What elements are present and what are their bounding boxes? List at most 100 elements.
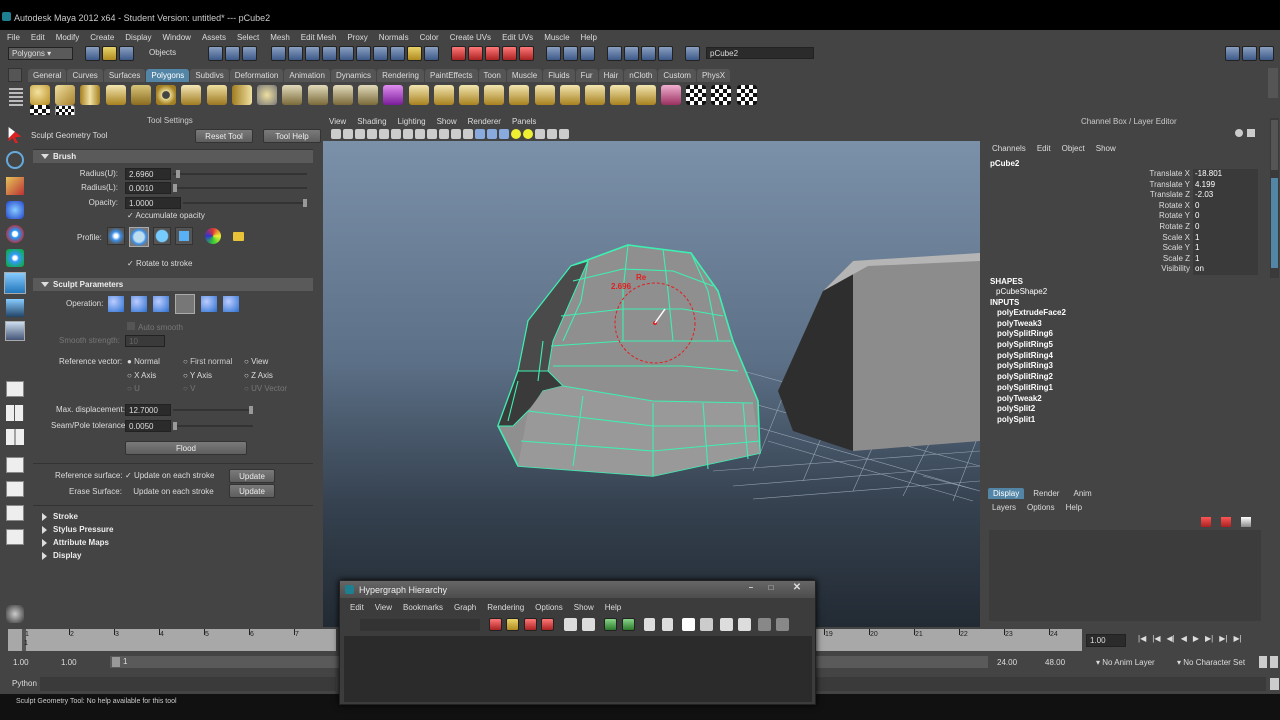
outliner-layout-icon[interactable]	[6, 457, 24, 473]
poly-cone-icon[interactable]	[105, 85, 126, 105]
flood-button[interactable]: Flood	[125, 441, 247, 455]
browse-folder-icon[interactable]	[233, 232, 244, 241]
show-manipulator-icon[interactable]	[6, 299, 24, 317]
hypergraph-menu-options[interactable]: Options	[535, 603, 563, 612]
textured-icon[interactable]	[499, 129, 509, 139]
use-all-lights-icon[interactable]	[511, 129, 521, 139]
two-pane-layout-icon[interactable]	[6, 429, 24, 445]
shelf-scroll-icon[interactable]	[1268, 68, 1278, 98]
snap-curve-icon[interactable]	[468, 45, 483, 61]
shelf-tab-physx[interactable]: PhysX	[696, 69, 731, 82]
layer-menu-layers[interactable]: Layers	[992, 503, 1016, 512]
menu-color[interactable]: Color	[420, 33, 439, 42]
hypergraph-menu-graph[interactable]: Graph	[454, 603, 476, 612]
poly-cube-icon[interactable]	[55, 85, 76, 105]
erase-surface-update-button[interactable]: Update	[229, 484, 275, 498]
ref-surface-checkbox[interactable]: ✓ Update on each stroke	[125, 471, 214, 480]
channel-row[interactable]: Scale Z1	[983, 253, 1267, 265]
channel-value[interactable]: -2.03	[1193, 190, 1258, 201]
poly-torus-icon[interactable]	[156, 85, 177, 105]
channel-value[interactable]: 1	[1193, 243, 1258, 254]
paint-select-icon[interactable]	[6, 177, 24, 195]
extract-icon[interactable]	[332, 85, 353, 105]
menu-set-dropdown[interactable]: Polygons ▾	[8, 46, 73, 60]
render-frame-icon[interactable]	[624, 45, 639, 61]
ref-u-radio[interactable]: ○ U	[127, 384, 140, 393]
operation-relax-icon[interactable]	[175, 294, 195, 314]
command-input[interactable]	[40, 677, 336, 691]
safe-title-icon[interactable]	[451, 129, 461, 139]
erase-surface-checkbox[interactable]: Update on each stroke	[125, 487, 214, 496]
menu-select[interactable]: Select	[237, 33, 259, 42]
hypergraph-canvas[interactable]	[344, 636, 812, 702]
toggle-tool-settings-icon[interactable]	[1242, 45, 1257, 61]
attribute-editor-tab[interactable]	[1271, 120, 1278, 170]
mask-deformations-icon[interactable]	[339, 45, 354, 61]
hg-frame-selection-icon[interactable]	[506, 618, 519, 631]
brush-section-header[interactable]: Brush	[33, 150, 313, 163]
hg-frame-hierarchy-icon[interactable]	[524, 618, 537, 631]
shelf-tab-deformation[interactable]: Deformation	[229, 69, 284, 82]
input-node[interactable]: polySplitRing3	[989, 361, 1066, 372]
channel-row[interactable]: Scale X1	[983, 232, 1267, 244]
maximize-button[interactable]: □	[764, 583, 778, 595]
ref-view-radio[interactable]: ○ View	[244, 357, 268, 366]
resolution-gate-icon[interactable]	[403, 129, 413, 139]
play-forwards-icon[interactable]: ▶	[1193, 634, 1199, 643]
viewport-menu-panels[interactable]: Panels	[512, 117, 536, 126]
hypergraph-menu-rendering[interactable]: Rendering	[487, 603, 524, 612]
snap-point-icon[interactable]	[485, 45, 500, 61]
menu-modify[interactable]: Modify	[56, 33, 80, 42]
section-stylus-pressure[interactable]: Stylus Pressure	[33, 523, 313, 536]
layer-menu-help[interactable]: Help	[1066, 503, 1082, 512]
bevel-icon[interactable]	[534, 85, 555, 105]
anim-layer-dropdown[interactable]: ▾ No Anim Layer	[1096, 658, 1155, 667]
boolean-icon[interactable]	[383, 85, 404, 105]
mask-handles-icon[interactable]	[271, 45, 286, 61]
shelf-tab-polygons[interactable]: Polygons	[146, 69, 190, 82]
menu-display[interactable]: Display	[125, 33, 151, 42]
hg-add-bookmark-icon[interactable]	[604, 618, 617, 631]
average-vertices-icon[interactable]	[408, 85, 429, 105]
insert-edge-loop-icon[interactable]	[585, 85, 606, 105]
profile-solid-icon[interactable]	[153, 227, 171, 245]
mask-dynamics-icon[interactable]	[356, 45, 371, 61]
channel-row[interactable]: Translate Z -2.03	[983, 190, 1267, 201]
planar-map-icon[interactable]	[635, 85, 656, 105]
menu-file[interactable]: File	[7, 33, 20, 42]
input-node[interactable]: polySplit1	[989, 415, 1066, 426]
bridge-icon[interactable]	[433, 85, 454, 105]
menu-help[interactable]: Help	[581, 33, 597, 42]
open-scene-icon[interactable]	[102, 45, 117, 61]
auto-smooth-checkbox[interactable]: Auto smooth	[127, 322, 183, 332]
viewport-menu-shading[interactable]: Shading	[357, 117, 386, 126]
mask-curves-icon[interactable]	[305, 45, 320, 61]
range-end2-field[interactable]: 48.00	[1042, 657, 1084, 669]
range-slider[interactable]: 1	[110, 656, 340, 668]
operation-pull-icon[interactable]	[131, 296, 147, 312]
hg-input-output-icon[interactable]	[582, 618, 595, 631]
shelf-tab-toon[interactable]: Toon	[478, 69, 506, 82]
split-poly-icon[interactable]	[559, 85, 580, 105]
play-backwards-icon[interactable]: ◀	[1181, 634, 1187, 643]
hypergraph-menu-view[interactable]: View	[375, 603, 392, 612]
menu-assets[interactable]: Assets	[202, 33, 226, 42]
safe-action-icon[interactable]	[439, 129, 449, 139]
offset-edge-loop-icon[interactable]	[610, 85, 631, 105]
radius-u-field[interactable]: 2.6960	[125, 168, 171, 180]
channel-box-tab[interactable]	[1271, 178, 1278, 268]
poly-pipe-icon[interactable]	[231, 85, 252, 105]
shelf-side-icon[interactable]	[9, 88, 23, 106]
step-forward-key-icon[interactable]: ▶|	[1219, 634, 1227, 643]
poly-cylinder-icon[interactable]	[80, 85, 101, 105]
ipr-render-icon[interactable]	[641, 45, 656, 61]
last-tool-icon[interactable]	[5, 321, 25, 341]
hg-refresh-icon[interactable]	[738, 618, 751, 631]
profile-gaussian-icon[interactable]	[107, 227, 125, 245]
save-scene-icon[interactable]	[119, 45, 134, 61]
poly-sphere-icon[interactable]	[30, 85, 50, 105]
sculpt-tool-icon[interactable]	[4, 272, 26, 294]
max-displacement-slider[interactable]	[173, 406, 253, 414]
go-to-start-icon[interactable]: |◀	[1138, 634, 1146, 643]
hg-frame-all-icon[interactable]	[489, 618, 502, 631]
